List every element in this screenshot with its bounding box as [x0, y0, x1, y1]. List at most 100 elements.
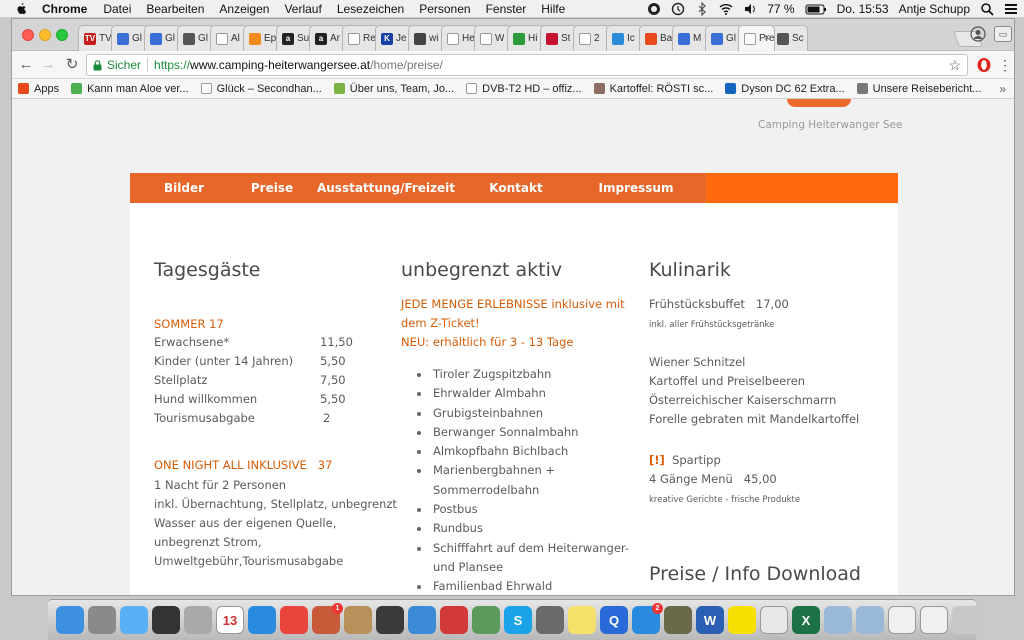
dock-excel-icon[interactable]: X: [792, 606, 820, 634]
browser-tab[interactable]: Re: [342, 25, 379, 51]
browser-tab[interactable]: Gl: [144, 25, 181, 51]
dock-maps-icon[interactable]: [472, 606, 500, 634]
browser-tab[interactable]: wi: [408, 25, 445, 51]
forward-arrow-icon[interactable]: →: [40, 57, 56, 73]
dock-calculator-icon[interactable]: [184, 606, 212, 634]
volume-icon[interactable]: [743, 2, 757, 16]
dock-finder-icon[interactable]: [56, 606, 84, 634]
dock-safari-icon[interactable]: [248, 606, 276, 634]
browser-tab[interactable]: He: [441, 25, 478, 51]
bookmark-item[interactable]: Über uns, Team, Jo...: [333, 83, 454, 95]
menu-personen[interactable]: Personen: [419, 2, 470, 16]
menu-hilfe[interactable]: Hilfe: [541, 2, 565, 16]
nav-item-impressum[interactable]: Impressum: [566, 173, 706, 203]
browser-tab[interactable]: M: [672, 25, 709, 51]
back-arrow-icon[interactable]: ←: [18, 57, 34, 73]
browser-tab[interactable]: 2: [573, 25, 610, 51]
dock-photo-booth-icon[interactable]: [376, 606, 404, 634]
battery-percent[interactable]: 77 %: [767, 2, 794, 16]
window-close-button[interactable]: [22, 29, 34, 41]
browser-tab[interactable]: Ic: [606, 25, 643, 51]
url-text[interactable]: https://www.camping-heiterwangersee.at/h…: [154, 58, 443, 72]
tab-active[interactable]: Pre ×: [738, 25, 775, 51]
bookmark-item[interactable]: Dyson DC 62 Extra...: [725, 83, 845, 95]
window-maximize-button[interactable]: [56, 29, 68, 41]
nav-item-kontakt[interactable]: Kontakt: [466, 173, 566, 203]
browser-tab[interactable]: a Ar: [309, 25, 346, 51]
dock-chrome-icon[interactable]: [280, 606, 308, 634]
chrome-menu-icon[interactable]: ⋮: [998, 57, 1012, 73]
bookmark-item[interactable]: Kann man Aloe ver...: [71, 83, 189, 95]
bookmarks-overflow-icon[interactable]: »: [999, 82, 1006, 96]
app-menu-chrome[interactable]: Chrome: [42, 2, 87, 16]
dock-quicktime-icon[interactable]: Q: [600, 606, 628, 634]
opera-extension-icon[interactable]: [976, 57, 992, 73]
browser-tab[interactable]: a Su: [276, 25, 313, 51]
dock-photos-app-icon[interactable]: 1: [312, 603, 343, 634]
browser-tab[interactable]: St: [540, 25, 577, 51]
notification-center-icon[interactable]: [1004, 2, 1018, 16]
bookmark-star-icon[interactable]: ☆: [948, 57, 961, 74]
browser-tab[interactable]: TV TV: [78, 25, 115, 51]
clock[interactable]: Do. 15:53: [837, 2, 889, 16]
dock-calendar-icon[interactable]: 13: [216, 606, 244, 634]
nav-item-preise[interactable]: Preise: [238, 173, 306, 203]
dock-launchpad-icon[interactable]: [88, 606, 116, 634]
dock-trash-icon[interactable]: [952, 606, 980, 634]
dock-stickies-icon[interactable]: [568, 606, 596, 634]
dock-itunes-icon[interactable]: [408, 606, 436, 634]
bookmark-item[interactable]: Glück – Secondhan...: [200, 83, 322, 95]
dock-document-1-icon[interactable]: [888, 606, 916, 634]
window-minimize-button[interactable]: [39, 29, 51, 41]
dock-folder-1-icon[interactable]: [824, 606, 852, 634]
browser-tab[interactable]: Gl: [111, 25, 148, 51]
browser-tab[interactable]: Al: [210, 25, 247, 51]
wifi-icon[interactable]: [719, 2, 733, 16]
dock-app-store-icon[interactable]: 2: [632, 603, 663, 634]
browser-tab[interactable]: Hi: [507, 25, 544, 51]
dock-messages-icon[interactable]: [120, 606, 148, 634]
tab-close-icon[interactable]: ×: [764, 32, 770, 44]
browser-tab[interactable]: Gl: [705, 25, 742, 51]
dock-dvd-player-icon[interactable]: [152, 606, 180, 634]
dock-skype-icon[interactable]: S: [504, 606, 532, 634]
header-button-stub[interactable]: [787, 99, 851, 107]
user-name[interactable]: Antje Schupp: [899, 2, 970, 16]
bluetooth-icon[interactable]: [695, 2, 709, 16]
window-mode-button[interactable]: ▭: [994, 26, 1012, 42]
browser-tab[interactable]: Gl: [177, 25, 214, 51]
profile-icon[interactable]: [970, 26, 986, 42]
spotlight-search-icon[interactable]: [980, 2, 994, 16]
dock-contacts-icon[interactable]: [344, 606, 372, 634]
dock-iphoto-icon[interactable]: [536, 606, 564, 634]
nav-item-bilder[interactable]: Bilder: [130, 173, 238, 203]
time-machine-icon[interactable]: [671, 2, 685, 16]
dock-word-icon[interactable]: W: [696, 606, 724, 634]
dock-lidl-icon[interactable]: [728, 606, 756, 634]
browser-tab[interactable]: K Je: [375, 25, 412, 51]
browser-tab[interactable]: Sc: [771, 25, 808, 51]
reload-icon[interactable]: ↻: [64, 57, 80, 73]
dock-document-2-icon[interactable]: [920, 606, 948, 634]
menu-anzeigen[interactable]: Anzeigen: [219, 2, 269, 16]
menu-fenster[interactable]: Fenster: [486, 2, 527, 16]
dock-utility-icon[interactable]: [664, 606, 692, 634]
battery-icon[interactable]: [805, 2, 827, 16]
bookmark-item[interactable]: Unsere Reisebericht...: [856, 83, 981, 95]
menu-verlauf[interactable]: Verlauf: [284, 2, 321, 16]
bookmark-item[interactable]: Apps: [18, 83, 59, 95]
creative-cloud-icon[interactable]: [647, 2, 661, 16]
menu-bearbeiten[interactable]: Bearbeiten: [146, 2, 204, 16]
menu-lesezeichen[interactable]: Lesezeichen: [337, 2, 404, 16]
bookmark-item[interactable]: DVB-T2 HD – offiz...: [466, 83, 582, 95]
bookmark-item[interactable]: Kartoffel: RÖSTI sc...: [593, 83, 713, 95]
menu-datei[interactable]: Datei: [103, 2, 131, 16]
browser-tab[interactable]: Ba: [639, 25, 676, 51]
dock-folder-2-icon[interactable]: [856, 606, 884, 634]
nav-item-ausstattung[interactable]: Ausstattung/Freizeit: [306, 173, 466, 203]
dock-photo-browser-icon[interactable]: [440, 606, 468, 634]
browser-tab[interactable]: W: [474, 25, 511, 51]
address-bar[interactable]: Sicher https://www.camping-heiterwangers…: [86, 54, 968, 76]
browser-tab[interactable]: Ep: [243, 25, 280, 51]
apple-icon[interactable]: [14, 2, 28, 16]
